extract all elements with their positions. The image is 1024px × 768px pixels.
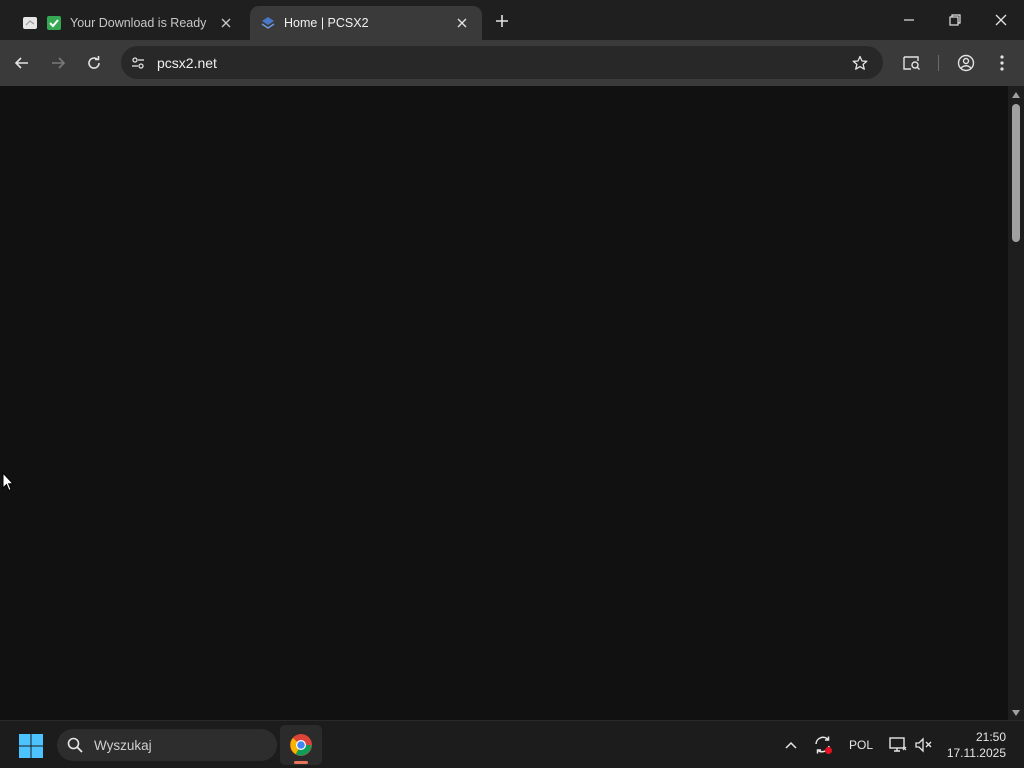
forward-button[interactable] xyxy=(44,49,72,77)
tab-home-pcsx2[interactable]: Home | PCSX2 xyxy=(250,6,482,40)
minimize-button[interactable] xyxy=(886,0,932,40)
volume-tray-button[interactable] xyxy=(913,731,935,759)
network-tray-button[interactable] xyxy=(887,731,909,759)
pcsx2-logo-icon xyxy=(260,15,276,31)
site-settings-icon[interactable] xyxy=(123,55,153,71)
close-icon xyxy=(995,14,1007,26)
sound-muted-icon xyxy=(915,737,932,753)
page-content[interactable] xyxy=(0,86,1008,720)
url-text[interactable]: pcsx2.net xyxy=(157,55,845,71)
close-tab-icon[interactable] xyxy=(216,13,236,33)
scrollbar-thumb[interactable] xyxy=(1012,104,1020,242)
show-hidden-icons-button[interactable] xyxy=(780,731,802,759)
forward-icon xyxy=(52,57,66,69)
back-button[interactable] xyxy=(8,49,36,77)
checkmark-icon xyxy=(46,15,62,31)
taskbar-search-box[interactable]: Wyszukaj xyxy=(57,729,277,761)
taskbar: Wyszukaj POL 21:50 17.11.2025 xyxy=(0,720,1024,768)
menu-button[interactable] xyxy=(988,49,1016,77)
active-app-indicator xyxy=(294,761,308,764)
taskbar-clock[interactable]: 21:50 17.11.2025 xyxy=(944,729,1006,761)
reload-icon xyxy=(88,56,100,69)
tab-strip: Your Download is Ready Home | PCSX2 xyxy=(0,0,1024,40)
address-bar[interactable]: pcsx2.net xyxy=(121,46,883,79)
scroll-up-arrow-icon[interactable] xyxy=(1008,88,1024,102)
plus-icon xyxy=(496,15,508,27)
tab-title: Your Download is Ready xyxy=(70,16,207,30)
minimize-icon xyxy=(904,19,914,21)
mouse-cursor-icon xyxy=(2,471,15,497)
page-icon xyxy=(22,15,38,31)
tab-search-button[interactable] xyxy=(898,49,926,77)
close-window-button[interactable] xyxy=(978,0,1024,40)
windows-start-icon[interactable] xyxy=(18,733,44,759)
close-tab-icon[interactable] xyxy=(452,13,472,33)
menu-icon xyxy=(1000,55,1004,71)
network-icon xyxy=(889,737,907,752)
star-icon[interactable] xyxy=(845,55,875,71)
browser-toolbar: pcsx2.net xyxy=(0,40,1024,86)
tab-search-icon xyxy=(903,56,920,70)
search-placeholder: Wyszukaj xyxy=(94,737,152,753)
reload-button[interactable] xyxy=(80,49,108,77)
language-indicator[interactable]: POL xyxy=(845,731,877,759)
chrome-icon xyxy=(290,734,312,756)
tab-title: Home | PCSX2 xyxy=(284,16,369,30)
restore-icon xyxy=(949,14,961,26)
restore-button[interactable] xyxy=(932,0,978,40)
profile-button[interactable] xyxy=(952,49,980,77)
taskbar-chrome-button[interactable] xyxy=(280,725,322,765)
profile-icon xyxy=(957,54,975,72)
scroll-down-arrow-icon[interactable] xyxy=(1008,706,1024,720)
search-icon xyxy=(67,737,85,753)
toolbar-separator xyxy=(938,55,939,71)
clock-date: 17.11.2025 xyxy=(946,746,1006,760)
sync-tray-button[interactable] xyxy=(811,731,835,759)
chevron-up-icon xyxy=(785,741,797,749)
new-tab-button[interactable] xyxy=(490,9,514,33)
back-icon xyxy=(14,57,28,69)
sync-icon xyxy=(815,736,832,754)
vertical-scrollbar[interactable] xyxy=(1008,86,1024,720)
tab-your-download[interactable]: Your Download is Ready xyxy=(12,6,246,40)
clock-time: 21:50 xyxy=(975,730,1006,744)
